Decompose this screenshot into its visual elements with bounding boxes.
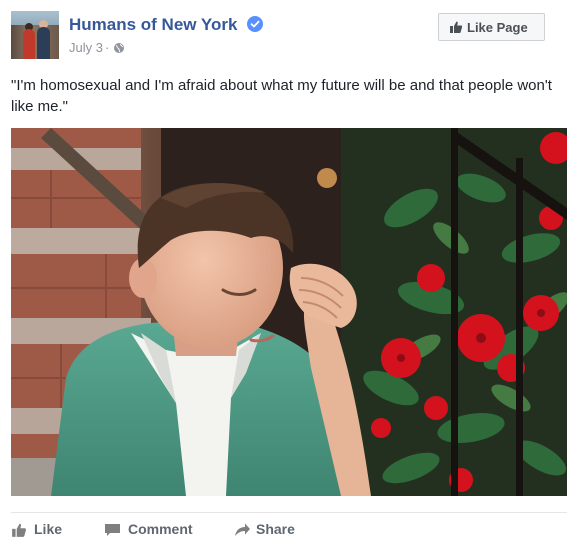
globe-icon [113, 42, 125, 54]
thumbs-up-icon [11, 522, 27, 541]
page-name-link[interactable]: Humans of New York [69, 15, 237, 35]
meta-separator: · [104, 40, 110, 55]
photo-boy-crying-icon [11, 128, 567, 496]
post-header: Humans of New York July 3 · Like Page [11, 11, 571, 63]
post-meta: July 3 · [69, 40, 125, 55]
share-label: Share [256, 521, 295, 537]
post-date-link[interactable]: July 3 [69, 40, 103, 55]
actions-divider [11, 512, 567, 513]
comment-button[interactable]: Comment [104, 520, 204, 542]
share-button[interactable]: Share [234, 520, 314, 542]
verified-badge-icon [247, 16, 263, 32]
thumbs-up-icon [449, 20, 463, 37]
share-arrow-icon [234, 522, 251, 541]
comment-bubble-icon [104, 522, 121, 541]
like-label: Like [34, 521, 63, 537]
like-button[interactable]: Like [11, 520, 71, 542]
post-caption: "I'm homosexual and I'm afraid about wha… [11, 77, 552, 115]
like-page-label: Like Page [467, 20, 528, 35]
like-page-button[interactable]: Like Page [438, 13, 545, 41]
page-avatar[interactable] [11, 11, 59, 59]
facebook-post: Humans of New York July 3 · Like Page "I'… [0, 0, 580, 548]
comment-label: Comment [128, 521, 193, 537]
post-photo[interactable] [11, 128, 567, 496]
post-action-bar: Like Comment Share [11, 516, 567, 544]
